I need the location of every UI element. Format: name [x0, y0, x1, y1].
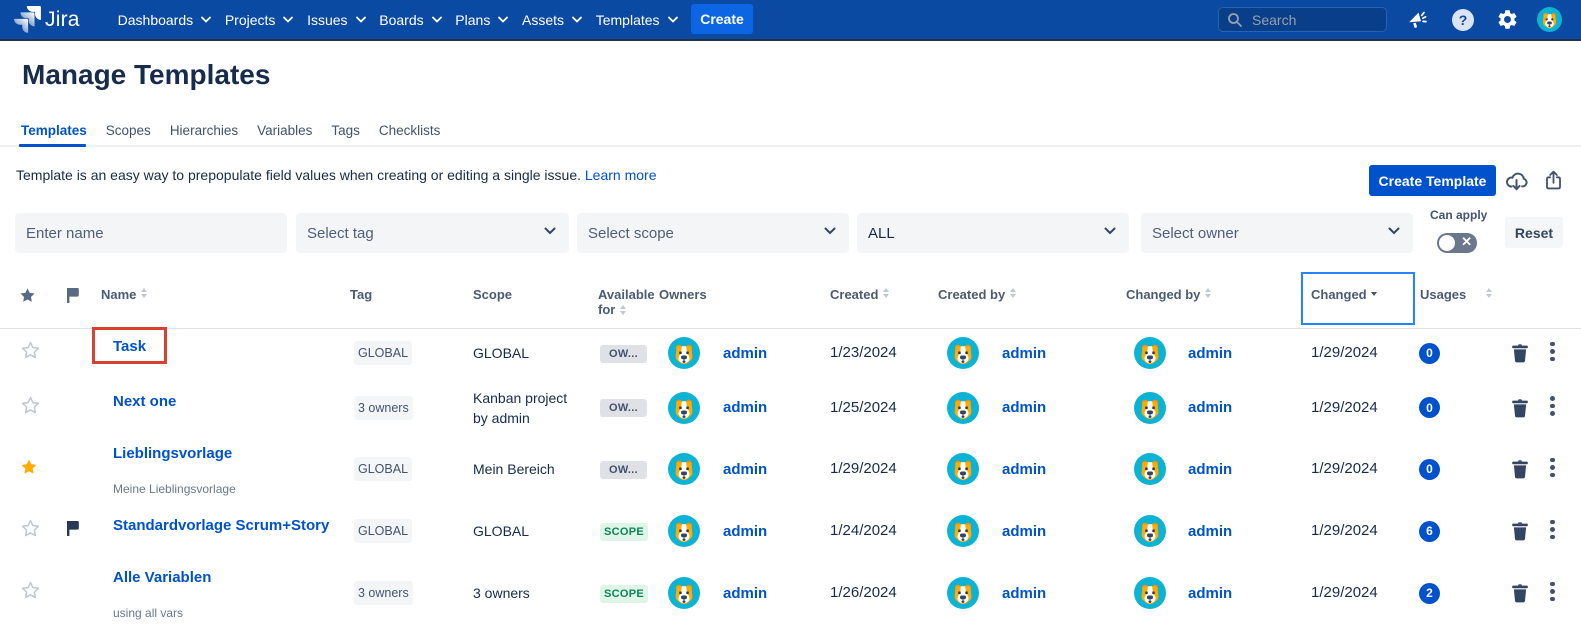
svg-text:?: ?: [1459, 12, 1468, 28]
